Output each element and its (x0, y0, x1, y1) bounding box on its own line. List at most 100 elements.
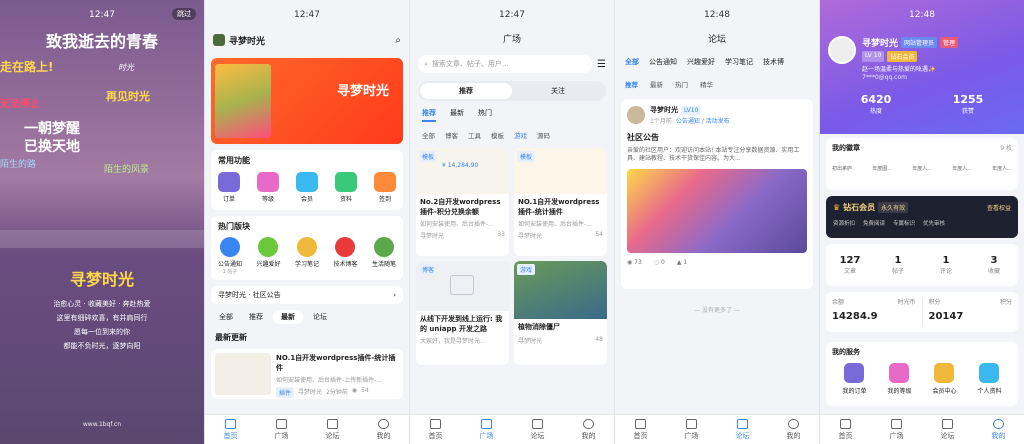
post-desc: 如何安装使用、后台插件-上传新插件-... (276, 377, 383, 384)
nav-me[interactable]: 我的 (768, 415, 819, 444)
tab-all[interactable]: 全部 (213, 310, 239, 324)
sub-recommend[interactable]: 推荐 (625, 79, 638, 89)
section-title: 热门版块 (218, 222, 250, 231)
likes-stat[interactable]: ▲ 1 (677, 259, 687, 266)
tab-latest[interactable]: 最新 (273, 310, 303, 324)
tab-recommend[interactable]: 推荐 (243, 310, 269, 324)
nav-me[interactable]: 我的 (358, 415, 409, 444)
search-input[interactable]: ⌕ 搜索文章、帖子、用户... (418, 55, 593, 73)
func-profile[interactable]: 资料 (335, 172, 357, 203)
func-vip[interactable]: 会员 (296, 172, 318, 203)
skip-button[interactable]: 跳过 (172, 8, 196, 20)
nav-me[interactable]: 我的 (563, 415, 614, 444)
home-icon (430, 418, 441, 429)
nav-home[interactable]: 首页 (615, 415, 666, 444)
user-bio: 赵一场温柔与热爱的吆遇✨ (862, 66, 936, 73)
board-label: 学习笔记 (294, 261, 319, 268)
sub-featured[interactable]: 精华 (700, 79, 713, 89)
cat-game[interactable]: 游戏 (514, 130, 527, 140)
sub-latest[interactable]: 最新 (650, 79, 663, 89)
service-orders[interactable]: 我的订单 (842, 363, 867, 395)
stat-articles[interactable]: 127 文章 (826, 255, 874, 275)
service-profile[interactable]: 个人资料 (977, 363, 1002, 395)
grid-card[interactable]: 博客 从线下开发到线上运行: 我的 uniapp 开发之路 大家好，我是寻梦时光.… (416, 261, 509, 365)
cat-all[interactable]: 全部 (422, 130, 435, 140)
tab-notice[interactable]: 公告通知 (649, 57, 677, 67)
board-notice[interactable]: 公告通知 1 帖子 (218, 237, 242, 275)
board-hobby[interactable]: 兴趣爱好 (256, 237, 281, 275)
post-views: 54 (361, 387, 369, 394)
seg-recommend[interactable]: 推荐 (420, 83, 512, 99)
nav-me[interactable]: 我的 (973, 415, 1024, 444)
points-box[interactable]: 积分 积分 20147 (929, 297, 1013, 327)
nav-label: 首页 (838, 431, 853, 440)
nav-square[interactable]: 广场 (871, 415, 922, 444)
service-vip[interactable]: 会员中心 (932, 363, 957, 395)
eye-icon: ◉ (627, 258, 633, 266)
nav-forum[interactable]: 论坛 (922, 415, 973, 444)
nav-square[interactable]: 广场 (256, 415, 307, 444)
board-notes[interactable]: 学习笔记 (295, 237, 319, 275)
board-tech[interactable]: 技术博客 (333, 237, 357, 275)
nav-home[interactable]: 首页 (820, 415, 871, 444)
board-label: 生活随笔 (371, 261, 396, 268)
forum-subtabs: 推荐 最新 热门 精华 (625, 79, 809, 89)
func-signin[interactable]: 签到 (374, 172, 396, 203)
tab-tech[interactable]: 技术博 (763, 57, 784, 67)
nav-forum[interactable]: 论坛 (717, 415, 768, 444)
tab-recommend[interactable]: 推荐 (422, 108, 436, 122)
avatar[interactable] (828, 36, 856, 64)
tab-forum[interactable]: 论坛 (307, 310, 333, 324)
view-benefits-button[interactable]: 查看权益 (987, 203, 1011, 212)
nav-label: 广场 (684, 431, 699, 440)
nav-forum[interactable]: 论坛 (307, 415, 358, 444)
tab-notes[interactable]: 学习笔记 (725, 57, 753, 67)
search-icon[interactable]: ⌕ (395, 35, 401, 46)
cat-tools[interactable]: 工具 (468, 130, 481, 140)
splash-slogan: 治愈心灵 · 收藏美好 · 奔赴热爱 (53, 300, 151, 308)
nav-square[interactable]: 广场 (666, 415, 717, 444)
vip-feature: 资源折扣 (833, 221, 856, 227)
nav-forum[interactable]: 论坛 (512, 415, 563, 444)
nav-square[interactable]: 广场 (461, 415, 512, 444)
points-label: 积分 (928, 299, 941, 306)
user-icon (788, 418, 799, 429)
home-banner[interactable]: 寻梦时光 (211, 58, 403, 144)
forum-post[interactable]: 寻梦时光 LV10 1个月前 公告通知 / 活动发布 社区公告 亲爱的社区用户：欢迎… (621, 99, 813, 289)
vip-title: 钻石会员 (843, 203, 876, 212)
balance-box[interactable]: 余额 时光币 14284.9 (832, 297, 916, 327)
card-title: 从线下开发到线上运行: 我的 uniapp 开发之路 (420, 315, 503, 333)
card-views: 54 (595, 231, 603, 238)
cat-blog[interactable]: 博客 (445, 130, 458, 140)
tab-hobby[interactable]: 兴趣爱好 (687, 57, 715, 67)
stat-favorites[interactable]: 3 收藏 (970, 255, 1018, 275)
func-orders[interactable]: 订单 (218, 172, 240, 203)
post-thumbnail (215, 353, 271, 395)
badges-card[interactable]: 我的徽章 9 枚 初出茅庐 年度图... 年度人... 年度人... 年度人... (826, 138, 1018, 190)
grid-card[interactable]: 游戏 植物消除僵尸 寻梦时光 48 (514, 261, 607, 365)
cat-template[interactable]: 模板 (491, 130, 504, 140)
menu-icon[interactable]: ☰ (597, 59, 606, 70)
nav-label: 论坛 (735, 431, 750, 440)
tab-hot[interactable]: 热门 (478, 108, 492, 122)
sub-hot[interactable]: 热门 (675, 79, 688, 89)
board-life[interactable]: 生活随笔 (372, 237, 396, 275)
stat-posts[interactable]: 1 帖子 (874, 255, 922, 275)
service-level[interactable]: 我的等级 (887, 363, 912, 395)
stat-comments[interactable]: 1 评论 (922, 255, 970, 275)
tab-all[interactable]: 全部 (625, 57, 639, 67)
cat-source[interactable]: 源码 (537, 130, 550, 140)
community-notice-bar[interactable]: 寻梦时光 · 社区公告 › (211, 286, 403, 304)
comments-stat[interactable]: ◌ 0 (654, 259, 665, 266)
chat-icon (327, 418, 338, 429)
post-card[interactable]: NO.1自开发wordpress插件-统计插件 如何安装使用、后台插件-上传新插… (211, 349, 403, 399)
nav-home[interactable]: 首页 (205, 415, 256, 444)
tab-latest[interactable]: 最新 (450, 108, 464, 122)
seg-follow[interactable]: 关注 (512, 83, 604, 99)
grid-card[interactable]: 模板 NO.1自开发wordpress插件-统计插件 如何安装使用、后台插件-..… (514, 148, 607, 256)
stat-label: 收藏 (987, 268, 1000, 275)
func-level[interactable]: 等级 (257, 172, 279, 203)
nav-home[interactable]: 首页 (410, 415, 461, 444)
divider (921, 297, 923, 327)
grid-card[interactable]: 模板 ¥ 14,284.90 No.2自开发wordpress插件-积分兑换余额如… (416, 148, 509, 256)
